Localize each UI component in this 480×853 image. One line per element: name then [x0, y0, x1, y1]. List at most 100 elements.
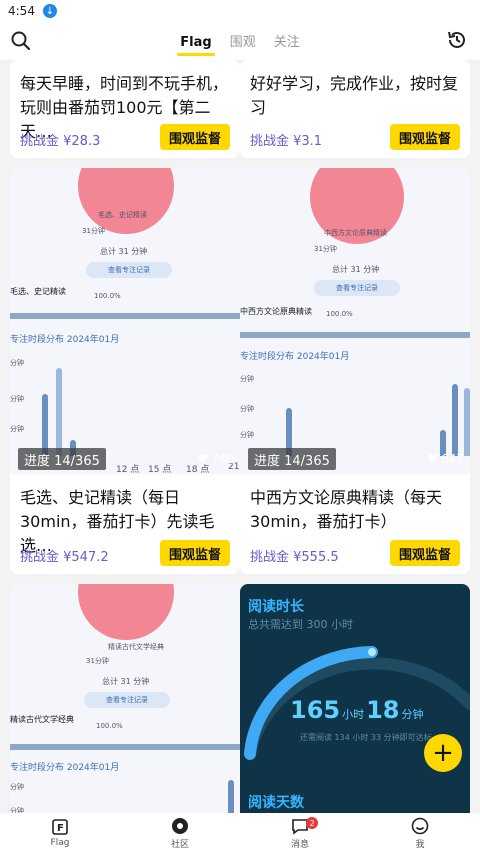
flag-card[interactable]: 毛选、史记精读 31分钟 总计 31 分钟 查看专注记录 毛选、史记精读 100…	[10, 168, 240, 574]
y-label: 分钟	[240, 375, 254, 383]
top-bar: Flag 围观 关注	[0, 22, 480, 60]
nav-me[interactable]: 我	[360, 813, 480, 853]
img-total: 总计 31 分钟	[332, 265, 380, 274]
message-badge: 2	[306, 817, 318, 829]
card-challenge-money: 挑战金 ¥3.1	[250, 134, 323, 149]
img-percent: 100.0%	[326, 310, 353, 318]
history-icon[interactable]	[446, 29, 468, 51]
img-minutes: 31分钟	[314, 245, 337, 253]
img-percent: 100.0%	[94, 292, 121, 300]
flag-nav-icon: F	[52, 819, 68, 835]
img-percent: 100.0%	[96, 722, 123, 730]
chart-bar	[464, 388, 470, 456]
card-image: 毛选、史记精读 31分钟 总计 31 分钟 查看专注记录 毛选、史记精读 100…	[10, 168, 240, 474]
status-time: 4:54	[8, 4, 35, 18]
likes-count: ♥ 740	[197, 452, 234, 466]
card-challenge-money: 挑战金 ¥555.5	[250, 550, 339, 565]
reading-sub: 总共需达到 300 小时	[248, 618, 353, 631]
chart-bar	[42, 394, 48, 456]
img-total: 总计 31 分钟	[102, 677, 150, 686]
img-divider	[240, 332, 470, 338]
reading-hours: 165	[290, 696, 341, 724]
img-period: 专注时段分布 2024年01月	[240, 352, 350, 362]
img-divider	[10, 313, 240, 319]
x-tick: 12 点	[116, 465, 140, 474]
img-task-name-2: 中西方文论原典精读	[240, 307, 312, 316]
likes-value: 647	[441, 452, 464, 466]
img-period: 专注时段分布 2024年01月	[10, 335, 120, 345]
img-task-name: 精读古代文学经典	[108, 643, 164, 651]
likes-count: ♥ 647	[427, 452, 464, 466]
tab-watch[interactable]: 围观	[230, 31, 256, 56]
card-title: 好好学习，完成作业，按时复习	[250, 74, 459, 117]
flag-card[interactable]: 每天早睡，时间到不玩手机，玩则由番茄罚100元【第二天… 挑战金 ¥28.3 围…	[10, 60, 240, 158]
img-period: 专注时段分布 2024年01月	[10, 763, 120, 773]
status-bar: 4:54 ↓	[0, 0, 480, 22]
top-tabs: Flag 围观 关注	[177, 26, 300, 56]
flag-card[interactable]: 好好学习，完成作业，按时复习 挑战金 ¥3.1 围观监督	[240, 60, 470, 158]
likes-value: 740	[211, 452, 234, 466]
chart-bar	[56, 368, 62, 456]
nav-community[interactable]: 社区	[120, 813, 240, 853]
plus-icon: +	[432, 738, 454, 768]
add-flag-button[interactable]: +	[424, 734, 462, 772]
progress-badge: 进度 14/365	[18, 448, 106, 470]
community-nav-icon	[172, 817, 188, 834]
card-image: 中西方文论原典精读 31分钟 总计 31 分钟 查看专注记录 中西方文论原典精读…	[240, 168, 470, 474]
img-divider	[10, 744, 240, 750]
svg-text:F: F	[57, 823, 64, 834]
watch-supervise-button[interactable]: 围观监督	[389, 124, 460, 150]
y-label: 分钟	[240, 405, 254, 413]
y-label: 分钟	[10, 359, 24, 367]
reading-days: 阅读天数	[248, 795, 304, 811]
reading-card[interactable]: 阅读时长 总共需达到 300 小时 165 小时 18 分钟 还需阅读 134 …	[240, 584, 470, 828]
img-task-name-2: 精读古代文学经典	[10, 715, 74, 724]
img-total: 总计 31 分钟	[100, 247, 148, 256]
y-label: 分钟	[10, 395, 24, 403]
img-check-records: 查看专注记录	[84, 692, 170, 708]
img-task-name: 毛选、史记精读	[98, 211, 147, 219]
watch-supervise-button[interactable]: 围观监督	[389, 540, 460, 566]
nav-label: 消息	[290, 839, 309, 850]
y-label: 分钟	[240, 431, 254, 439]
y-label: 分钟	[10, 783, 24, 791]
reading-hours-unit: 小时	[342, 708, 365, 721]
flag-card[interactable]: 精读古代文学经典 31分钟 总计 31 分钟 查看专注记录 精读古代文学经典 1…	[10, 584, 240, 828]
bottom-nav: F Flag 社区 消息 2 我	[0, 813, 480, 853]
reading-total: 165 小时 18 分钟	[290, 696, 424, 724]
watch-supervise-button[interactable]: 围观监督	[159, 124, 230, 150]
card-challenge-money: 挑战金 ¥547.2	[20, 550, 109, 565]
img-check-records: 查看专注记录	[314, 280, 400, 296]
img-minutes: 31分钟	[86, 657, 109, 665]
pie-circle	[78, 168, 174, 234]
nav-label: Flag	[50, 838, 70, 848]
heart-icon: ♥	[427, 452, 439, 466]
reading-header: 阅读时长	[248, 599, 304, 615]
img-check-records: 查看专注记录	[86, 262, 172, 278]
x-tick: 15 点	[148, 465, 172, 474]
tab-flag[interactable]: Flag	[177, 35, 216, 56]
nav-flag[interactable]: F Flag	[0, 813, 120, 853]
img-minutes: 31分钟	[82, 227, 105, 235]
nav-label: 社区	[170, 839, 189, 850]
flag-card[interactable]: 中西方文论原典精读 31分钟 总计 31 分钟 查看专注记录 中西方文论原典精读…	[240, 168, 470, 574]
search-icon[interactable]	[10, 30, 32, 52]
download-icon: ↓	[42, 4, 57, 18]
chart-bar	[452, 384, 458, 456]
card-image: 精读古代文学经典 31分钟 总计 31 分钟 查看专注记录 精读古代文学经典 1…	[10, 584, 240, 828]
watch-supervise-button[interactable]: 围观监督	[159, 540, 230, 566]
nav-messages[interactable]: 消息 2	[240, 813, 360, 853]
img-task-name-2: 毛选、史记精读	[10, 287, 66, 296]
heart-icon: ♥	[197, 452, 209, 466]
img-task-name: 中西方文论原典精读	[324, 229, 387, 237]
me-nav-icon	[411, 817, 429, 834]
pie-circle	[78, 584, 174, 640]
progress-badge: 进度 14/365	[248, 448, 336, 470]
reading-minutes-unit: 分钟	[401, 708, 424, 721]
reading-rest: 还需阅读 134 小时 33 分钟即可达标	[300, 733, 432, 742]
y-label: 分钟	[10, 425, 24, 433]
reading-minutes: 18	[366, 696, 400, 724]
card-challenge-money: 挑战金 ¥28.3	[20, 134, 101, 149]
tab-follow[interactable]: 关注	[274, 31, 300, 56]
nav-label: 我	[415, 839, 425, 850]
